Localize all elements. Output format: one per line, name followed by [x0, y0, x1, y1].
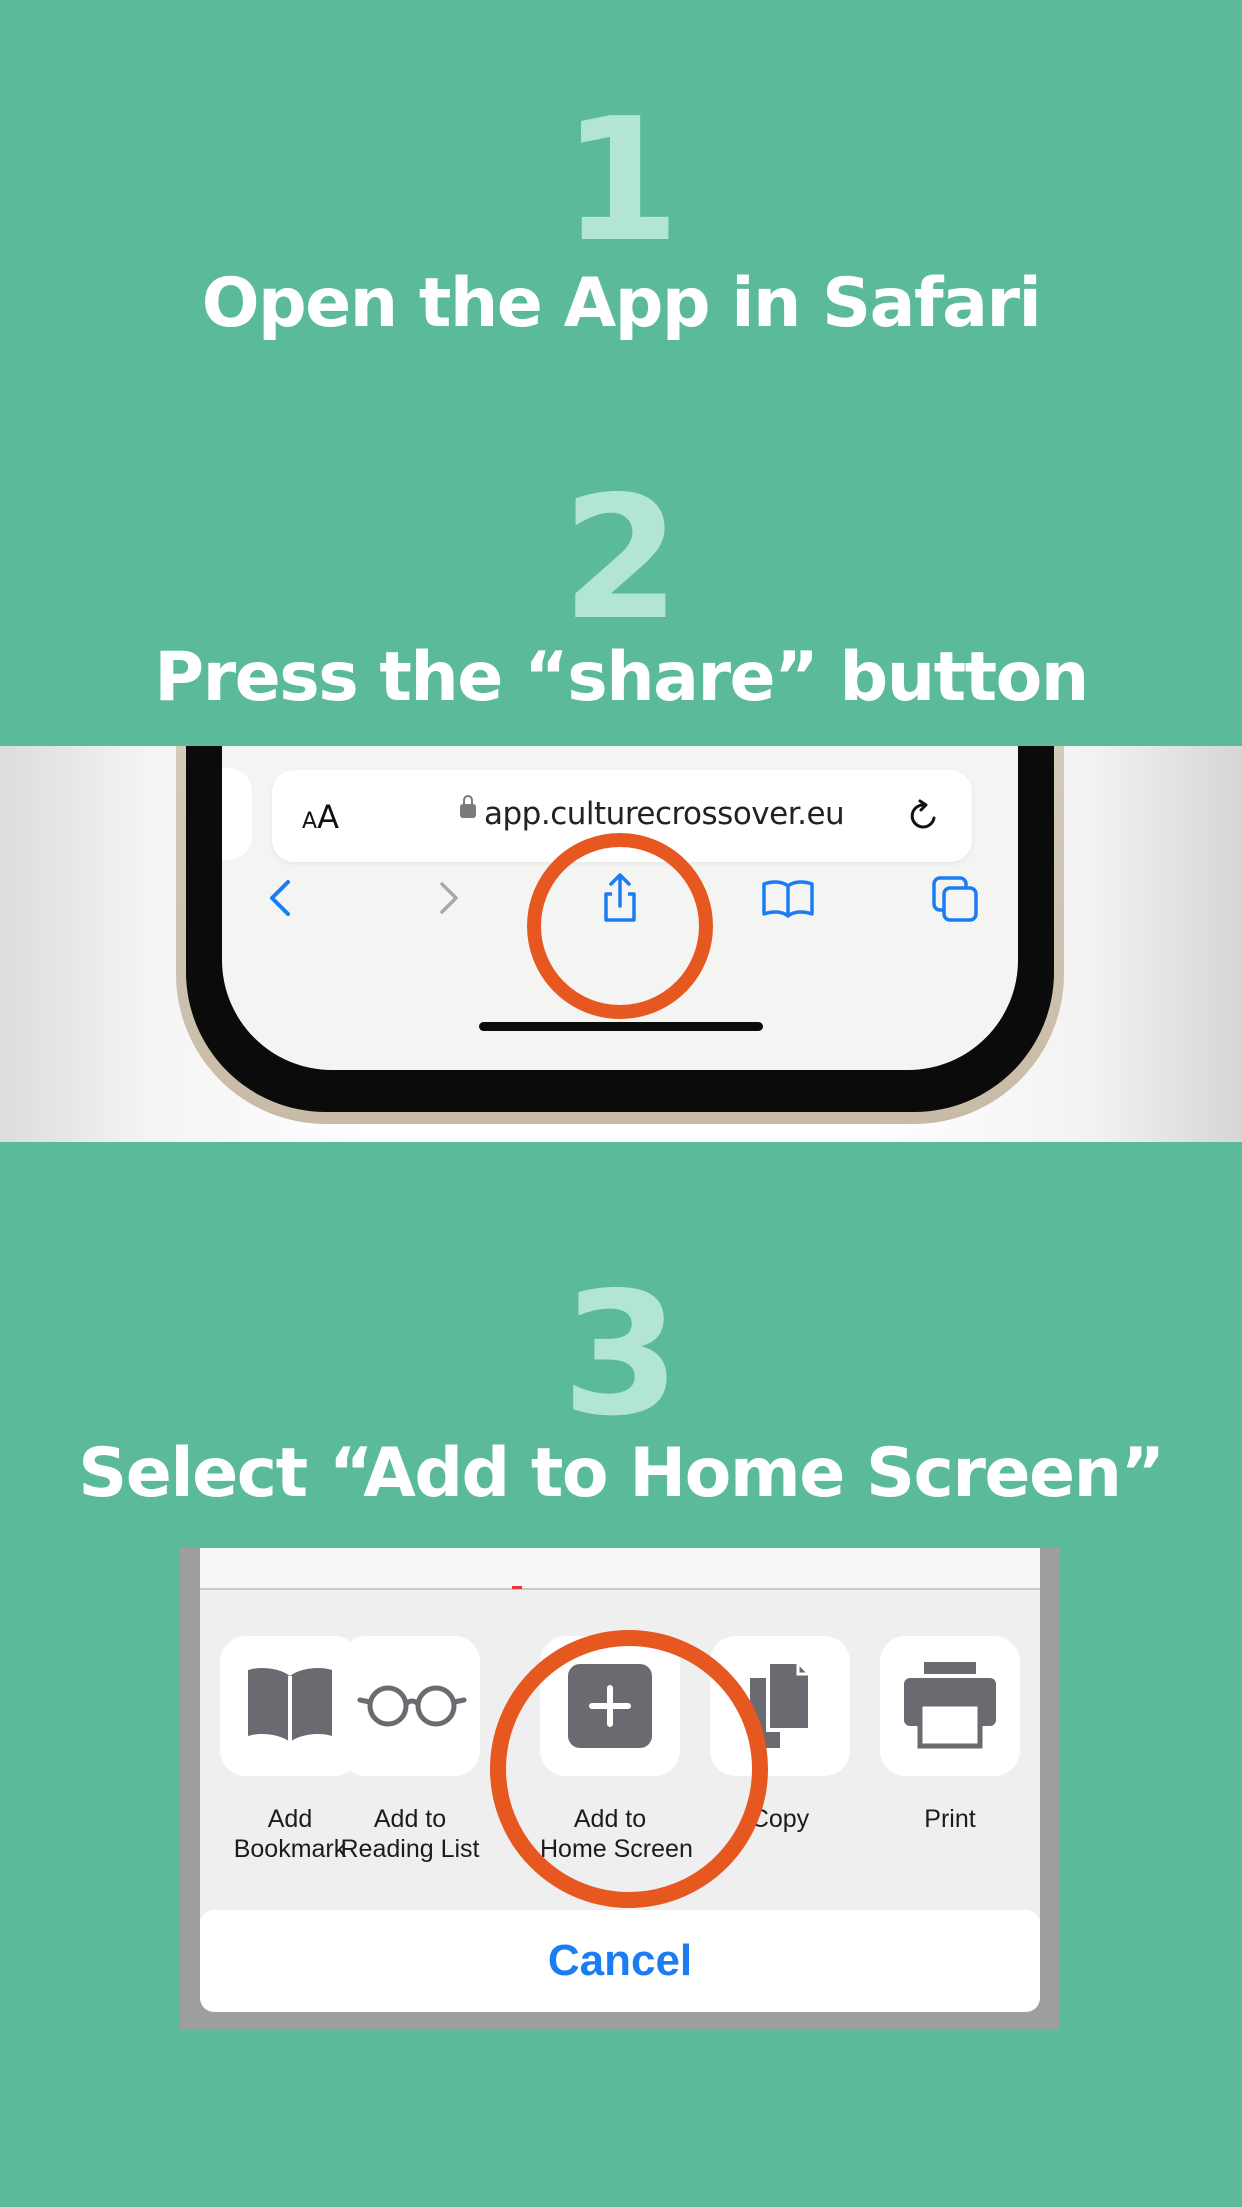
tabs-icon[interactable] [926, 868, 986, 928]
action-add-bookmark[interactable]: Add Bookmark [220, 1636, 360, 1864]
reload-icon[interactable] [906, 798, 942, 834]
print-icon [904, 1662, 996, 1749]
step-1-number: 1 [561, 82, 681, 280]
bookmarks-icon[interactable] [758, 868, 818, 928]
step-2-title: Press the “share” button [154, 638, 1089, 717]
sheet-preview-strip [200, 1548, 1040, 1590]
action-tile[interactable] [340, 1636, 480, 1776]
book-icon [248, 1668, 332, 1742]
lock-icon [460, 795, 476, 818]
action-tile[interactable] [880, 1636, 1020, 1776]
text-size-button[interactable]: AA [302, 798, 339, 836]
action-tile[interactable] [220, 1636, 360, 1776]
previous-tab-pill[interactable] [222, 768, 252, 860]
step-3-title: Select “Add to Home Screen” [78, 1434, 1165, 1513]
share-highlight-ring [527, 833, 713, 1019]
glasses-icon [357, 1685, 467, 1727]
home-indicator [479, 1022, 763, 1031]
step-2-number: 2 [561, 460, 681, 658]
safari-toolbar-photo: AA app.culturecrossover.eu [0, 746, 1242, 1142]
forward-icon[interactable] [418, 868, 478, 928]
action-label: Add to Reading List [340, 1805, 480, 1863]
action-add-reading-list[interactable]: Add to Reading List [340, 1636, 480, 1864]
step-3-number: 3 [561, 1256, 681, 1454]
url-text: app.culturecrossover.eu [484, 796, 845, 832]
action-label: Add Bookmark [233, 1805, 347, 1863]
cancel-button[interactable]: Cancel [200, 1910, 1040, 2012]
action-label: Print [924, 1805, 976, 1833]
back-icon[interactable] [250, 868, 310, 928]
action-print[interactable]: Print [880, 1636, 1020, 1834]
home-screen-highlight-ring [490, 1630, 768, 1908]
step-1-title: Open the App in Safari [201, 264, 1042, 343]
